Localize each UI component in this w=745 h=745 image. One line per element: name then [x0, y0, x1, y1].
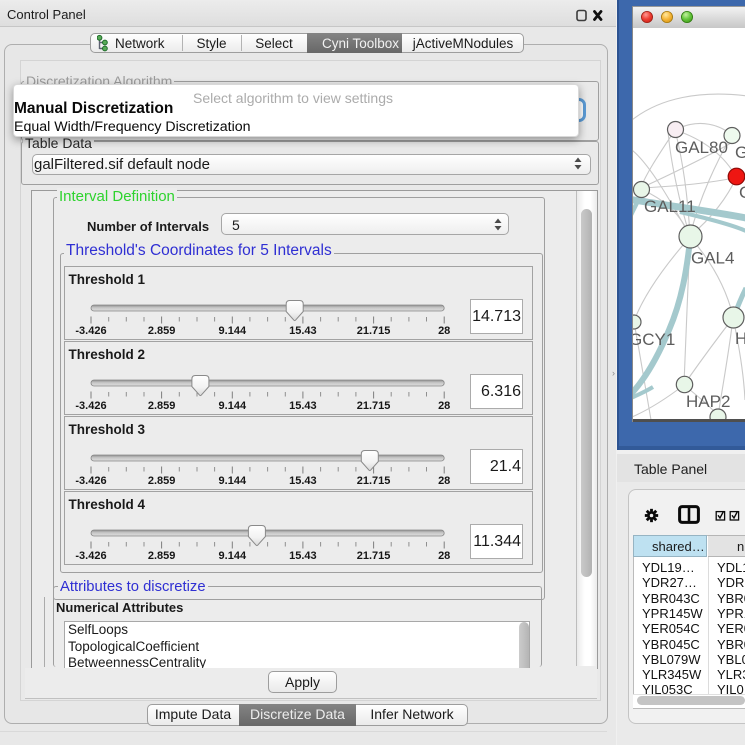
- svg-text:GAL11: GAL11: [644, 197, 696, 216]
- svg-text:21.715: 21.715: [357, 475, 391, 487]
- svg-text:28: 28: [438, 400, 450, 412]
- svg-text:GAL4: GAL4: [691, 249, 734, 268]
- svg-text:28: 28: [438, 325, 450, 337]
- svg-text:-3.426: -3.426: [75, 325, 106, 337]
- svg-text:15.43: 15.43: [289, 475, 317, 487]
- svg-text:21.715: 21.715: [357, 400, 391, 412]
- svg-text:-3.426: -3.426: [75, 475, 106, 487]
- svg-text:2.859: 2.859: [148, 475, 176, 487]
- svg-text:21.715: 21.715: [357, 325, 391, 337]
- svg-text:C: C: [739, 183, 745, 202]
- svg-text:HAP2: HAP2: [686, 392, 730, 411]
- svg-text:28: 28: [438, 550, 450, 562]
- svg-text:15.43: 15.43: [289, 550, 317, 562]
- svg-text:2.859: 2.859: [148, 400, 176, 412]
- svg-text:21.715: 21.715: [357, 550, 391, 562]
- svg-text:GCY1: GCY1: [632, 330, 675, 349]
- svg-text:9.144: 9.144: [219, 325, 247, 337]
- svg-text:15.43: 15.43: [289, 325, 317, 337]
- svg-text:2.859: 2.859: [148, 325, 176, 337]
- svg-text:9.144: 9.144: [219, 550, 247, 562]
- svg-text:-3.426: -3.426: [75, 550, 106, 562]
- svg-text:GAL80: GAL80: [675, 138, 728, 157]
- svg-text:H: H: [735, 329, 745, 348]
- svg-text:-3.426: -3.426: [75, 400, 106, 412]
- svg-text:GA: GA: [735, 143, 745, 162]
- svg-text:9.144: 9.144: [219, 400, 247, 412]
- svg-text:2.859: 2.859: [148, 550, 176, 562]
- svg-text:9.144: 9.144: [219, 475, 247, 487]
- svg-text:15.43: 15.43: [289, 400, 317, 412]
- svg-text:28: 28: [438, 475, 450, 487]
